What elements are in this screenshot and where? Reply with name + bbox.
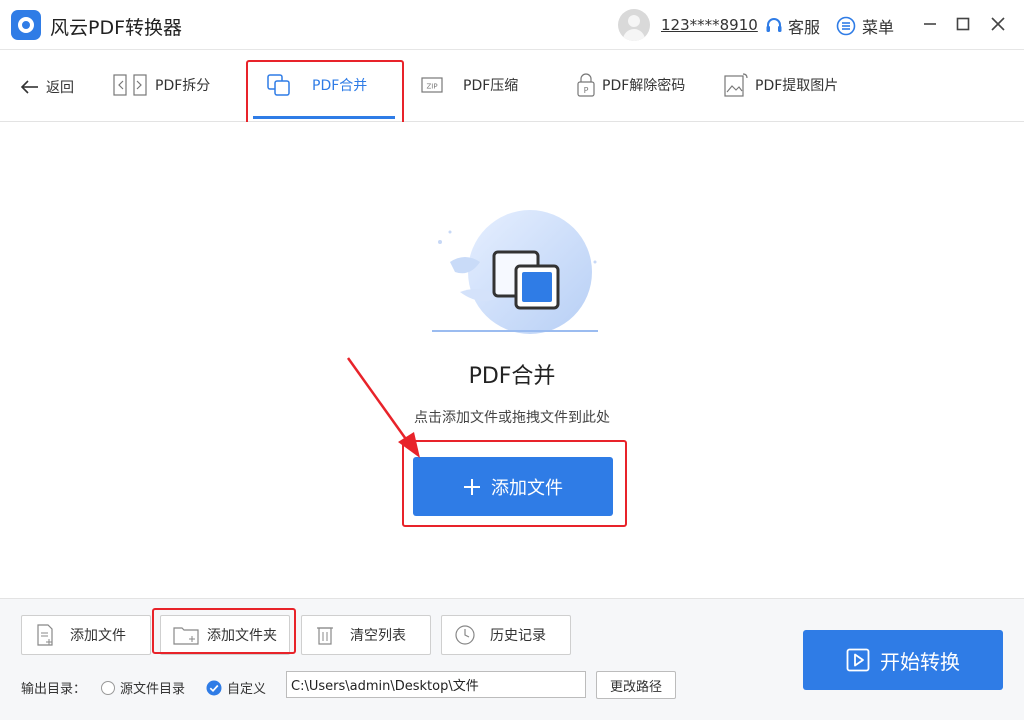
service-label: 客服	[788, 18, 821, 37]
annotation-arrow-icon	[346, 357, 420, 458]
username-link[interactable]: 123****8910	[661, 16, 758, 34]
tab-label: PDF提取图片	[755, 78, 839, 94]
main-title: PDF合并	[468, 364, 556, 389]
tab-label: PDF合并	[312, 78, 368, 94]
avatar[interactable]	[618, 9, 650, 41]
add-file-button[interactable]: 添加文件	[413, 457, 613, 516]
back-button[interactable]: 返回	[20, 77, 74, 97]
clock-icon	[455, 625, 475, 645]
close-icon[interactable]	[986, 12, 1010, 36]
customer-service-button[interactable]: 客服	[764, 14, 820, 38]
play-icon	[846, 648, 870, 672]
headset-icon	[766, 18, 782, 32]
button-label: 添加文件夹	[207, 628, 277, 644]
button-label: 历史记录	[490, 628, 546, 644]
tab-pdf-extract-images[interactable]: PDF提取图片	[723, 70, 838, 100]
radio-source-dir[interactable]: 源文件目录	[101, 678, 185, 697]
arrow-left-icon	[20, 80, 38, 94]
merge-illustration-icon	[432, 210, 598, 334]
add-file-small-button[interactable]: 添加文件	[21, 615, 151, 655]
start-label: 开始转换	[880, 649, 960, 674]
plus-icon	[464, 478, 480, 495]
merge-icon	[267, 74, 290, 96]
add-file-label: 添加文件	[491, 477, 563, 499]
split-icon	[113, 74, 147, 96]
radio-label: 源文件目录	[120, 682, 186, 697]
add-folder-button[interactable]: 添加文件夹	[160, 615, 290, 655]
add-folder-icon	[173, 627, 199, 645]
clear-list-button[interactable]: 清空列表	[301, 615, 431, 655]
maximize-icon[interactable]	[951, 12, 975, 36]
lock-icon: P	[577, 73, 595, 97]
svg-text:ZIP: ZIP	[426, 83, 437, 91]
app-title: 风云PDF转换器	[50, 17, 183, 39]
trash-icon	[317, 627, 333, 645]
history-button[interactable]: 历史记录	[441, 615, 571, 655]
function-toolbar: 返回 PDF拆分 PDF合并 ZIP PDF压缩 P PDF解除密码 PDF提取…	[0, 51, 1024, 122]
tab-label: PDF解除密码	[602, 78, 686, 94]
radio-custom-dir[interactable]: 自定义	[206, 678, 266, 697]
bottom-panel: 添加文件 添加文件夹 清空列表 历史记录 输出目录： 源文件目录 自定义 C:\…	[0, 598, 1024, 720]
menu-icon	[836, 16, 856, 36]
drop-hint: 点击添加文件或拖拽文件到此处	[414, 410, 610, 426]
active-tab-indicator	[253, 116, 395, 119]
change-path-button[interactable]: 更改路径	[596, 671, 676, 699]
title-bar: 风云PDF转换器 123****8910 客服 菜单	[0, 0, 1024, 50]
menu-label: 菜单	[862, 18, 895, 37]
svg-text:P: P	[584, 86, 589, 95]
tab-pdf-compress[interactable]: ZIP PDF压缩	[421, 70, 518, 100]
tab-pdf-merge[interactable]: PDF合并	[266, 70, 367, 100]
add-file-icon	[37, 624, 53, 646]
button-label: 添加文件	[70, 628, 126, 644]
minimize-icon[interactable]	[918, 12, 942, 36]
back-label: 返回	[46, 80, 74, 96]
image-icon	[724, 73, 748, 97]
radio-checked-icon	[206, 680, 222, 695]
drop-zone[interactable]: PDF合并 点击添加文件或拖拽文件到此处 添加文件	[0, 122, 1024, 598]
app-logo-icon	[11, 10, 41, 40]
zip-icon: ZIP	[421, 77, 443, 93]
tab-label: PDF拆分	[155, 78, 211, 94]
start-convert-button[interactable]: 开始转换	[803, 630, 1003, 690]
button-label: 清空列表	[350, 628, 406, 644]
output-path-input[interactable]	[286, 671, 586, 698]
tab-label: PDF压缩	[463, 78, 519, 94]
menu-button[interactable]: 菜单	[836, 14, 894, 38]
radio-unchecked-icon	[101, 680, 115, 695]
tab-pdf-unlock[interactable]: P PDF解除密码	[576, 70, 685, 100]
output-dir-label: 输出目录：	[21, 682, 87, 697]
radio-label: 自定义	[227, 682, 267, 697]
tab-pdf-split[interactable]: PDF拆分	[113, 70, 210, 100]
